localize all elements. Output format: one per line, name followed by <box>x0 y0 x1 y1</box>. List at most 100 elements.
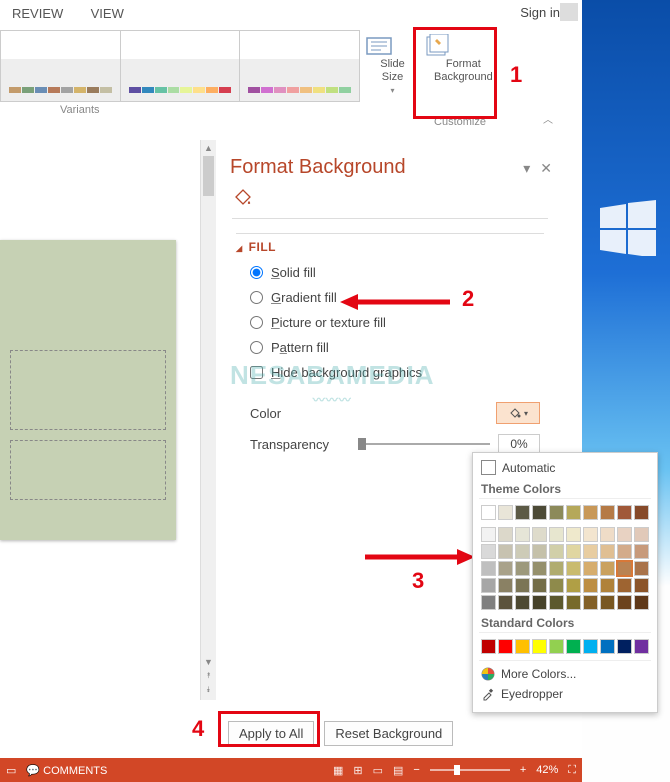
gradient-fill-radio[interactable] <box>250 291 263 304</box>
color-swatch[interactable] <box>515 527 530 542</box>
color-swatch[interactable] <box>617 578 632 593</box>
variant-1[interactable] <box>1 31 121 101</box>
color-swatch[interactable] <box>566 544 581 559</box>
color-swatch[interactable] <box>549 639 564 654</box>
color-swatch[interactable] <box>566 578 581 593</box>
sign-in-link[interactable]: Sign in <box>520 5 560 20</box>
color-swatch[interactable] <box>498 578 513 593</box>
color-swatch[interactable] <box>515 505 530 520</box>
variant-3[interactable] <box>240 31 359 101</box>
color-swatch[interactable] <box>600 505 615 520</box>
color-swatch[interactable] <box>617 561 632 576</box>
color-swatch[interactable] <box>481 527 496 542</box>
color-swatch[interactable] <box>515 544 530 559</box>
tab-review[interactable]: REVIEW <box>0 0 75 27</box>
color-swatch[interactable] <box>634 544 649 559</box>
reset-background-button[interactable]: Reset Background <box>324 721 453 746</box>
color-swatch[interactable] <box>515 639 530 654</box>
fit-to-window-icon[interactable]: ⛶ <box>568 764 576 777</box>
color-swatch[interactable] <box>498 639 513 654</box>
color-swatch[interactable] <box>634 527 649 542</box>
pane-options-icon[interactable]: ▾ <box>523 160 530 177</box>
color-swatch[interactable] <box>617 595 632 610</box>
color-swatch[interactable] <box>634 578 649 593</box>
next-slide-icon[interactable]: ⯯ <box>201 682 216 698</box>
color-swatch[interactable] <box>549 561 564 576</box>
automatic-color-option[interactable]: Automatic <box>479 457 651 478</box>
zoom-value[interactable]: 42% <box>536 764 558 776</box>
color-swatch[interactable] <box>498 505 513 520</box>
color-swatch[interactable] <box>481 639 496 654</box>
color-swatch[interactable] <box>549 595 564 610</box>
color-swatch[interactable] <box>498 527 513 542</box>
color-swatch[interactable] <box>549 544 564 559</box>
color-swatch[interactable] <box>583 578 598 593</box>
vertical-scrollbar[interactable]: ▲ ▼ ⯭ ⯯ <box>200 140 216 700</box>
color-swatch[interactable] <box>566 595 581 610</box>
avatar[interactable] <box>560 3 578 21</box>
fill-bucket-icon[interactable] <box>232 187 254 209</box>
transparency-slider[interactable] <box>358 443 490 445</box>
color-swatch[interactable] <box>617 505 632 520</box>
color-swatch[interactable] <box>515 561 530 576</box>
color-swatch[interactable] <box>549 578 564 593</box>
zoom-in-icon[interactable]: + <box>520 764 526 776</box>
title-placeholder[interactable] <box>10 350 166 430</box>
color-swatch[interactable] <box>498 561 513 576</box>
color-swatch[interactable] <box>481 578 496 593</box>
more-colors-option[interactable]: More Colors... <box>479 660 651 684</box>
color-swatch[interactable] <box>634 505 649 520</box>
picture-fill-option[interactable]: Picture or texture fill <box>236 310 544 335</box>
hide-bg-graphics-checkbox[interactable] <box>250 366 263 379</box>
scroll-up-icon[interactable]: ▲ <box>201 140 216 156</box>
color-swatch[interactable] <box>498 544 513 559</box>
pattern-fill-option[interactable]: Pattern fill <box>236 335 544 360</box>
color-swatch[interactable] <box>583 639 598 654</box>
color-swatch[interactable] <box>617 639 632 654</box>
color-swatch[interactable] <box>600 639 615 654</box>
color-swatch[interactable] <box>583 561 598 576</box>
color-swatch[interactable] <box>566 639 581 654</box>
color-swatch[interactable] <box>515 578 530 593</box>
color-swatch[interactable] <box>566 561 581 576</box>
color-swatch[interactable] <box>549 505 564 520</box>
color-swatch[interactable] <box>600 578 615 593</box>
comments-button[interactable]: 💬 COMMENTS <box>26 764 107 777</box>
normal-view-icon[interactable]: ▦ <box>333 764 343 777</box>
pattern-fill-radio[interactable] <box>250 341 263 354</box>
zoom-thumb[interactable] <box>454 765 460 775</box>
zoom-slider[interactable] <box>430 769 510 771</box>
color-swatch[interactable] <box>583 544 598 559</box>
color-swatch[interactable] <box>600 561 615 576</box>
color-swatch[interactable] <box>583 595 598 610</box>
collapse-ribbon-icon[interactable]: ︿ <box>543 111 553 126</box>
color-swatch[interactable] <box>600 595 615 610</box>
color-swatch[interactable] <box>532 595 547 610</box>
solid-fill-radio[interactable] <box>250 266 263 279</box>
color-swatch[interactable] <box>532 639 547 654</box>
gradient-fill-option[interactable]: Gradient fill <box>236 285 544 310</box>
pane-close-icon[interactable]: ✕ <box>540 160 552 177</box>
picture-fill-radio[interactable] <box>250 316 263 329</box>
color-swatch[interactable] <box>600 527 615 542</box>
color-swatch[interactable] <box>532 544 547 559</box>
color-swatch[interactable] <box>600 544 615 559</box>
transparency-value[interactable]: 0% <box>498 434 540 454</box>
eyedropper-option[interactable]: Eyedropper <box>479 684 651 704</box>
color-swatch[interactable] <box>532 505 547 520</box>
color-swatch[interactable] <box>566 505 581 520</box>
fill-color-button[interactable]: ▾ <box>496 402 540 424</box>
color-swatch[interactable] <box>532 527 547 542</box>
color-swatch[interactable] <box>634 561 649 576</box>
color-swatch[interactable] <box>481 595 496 610</box>
slide-canvas[interactable] <box>0 240 176 540</box>
solid-fill-option[interactable]: Solid fill <box>236 260 544 285</box>
slideshow-view-icon[interactable]: ▤ <box>393 764 403 777</box>
color-swatch[interactable] <box>617 544 632 559</box>
scroll-thumb[interactable] <box>203 156 214 196</box>
fill-section-header[interactable]: FILL <box>236 233 544 260</box>
variant-2[interactable] <box>121 31 241 101</box>
color-swatch[interactable] <box>583 527 598 542</box>
color-swatch[interactable] <box>634 639 649 654</box>
color-swatch[interactable] <box>532 578 547 593</box>
